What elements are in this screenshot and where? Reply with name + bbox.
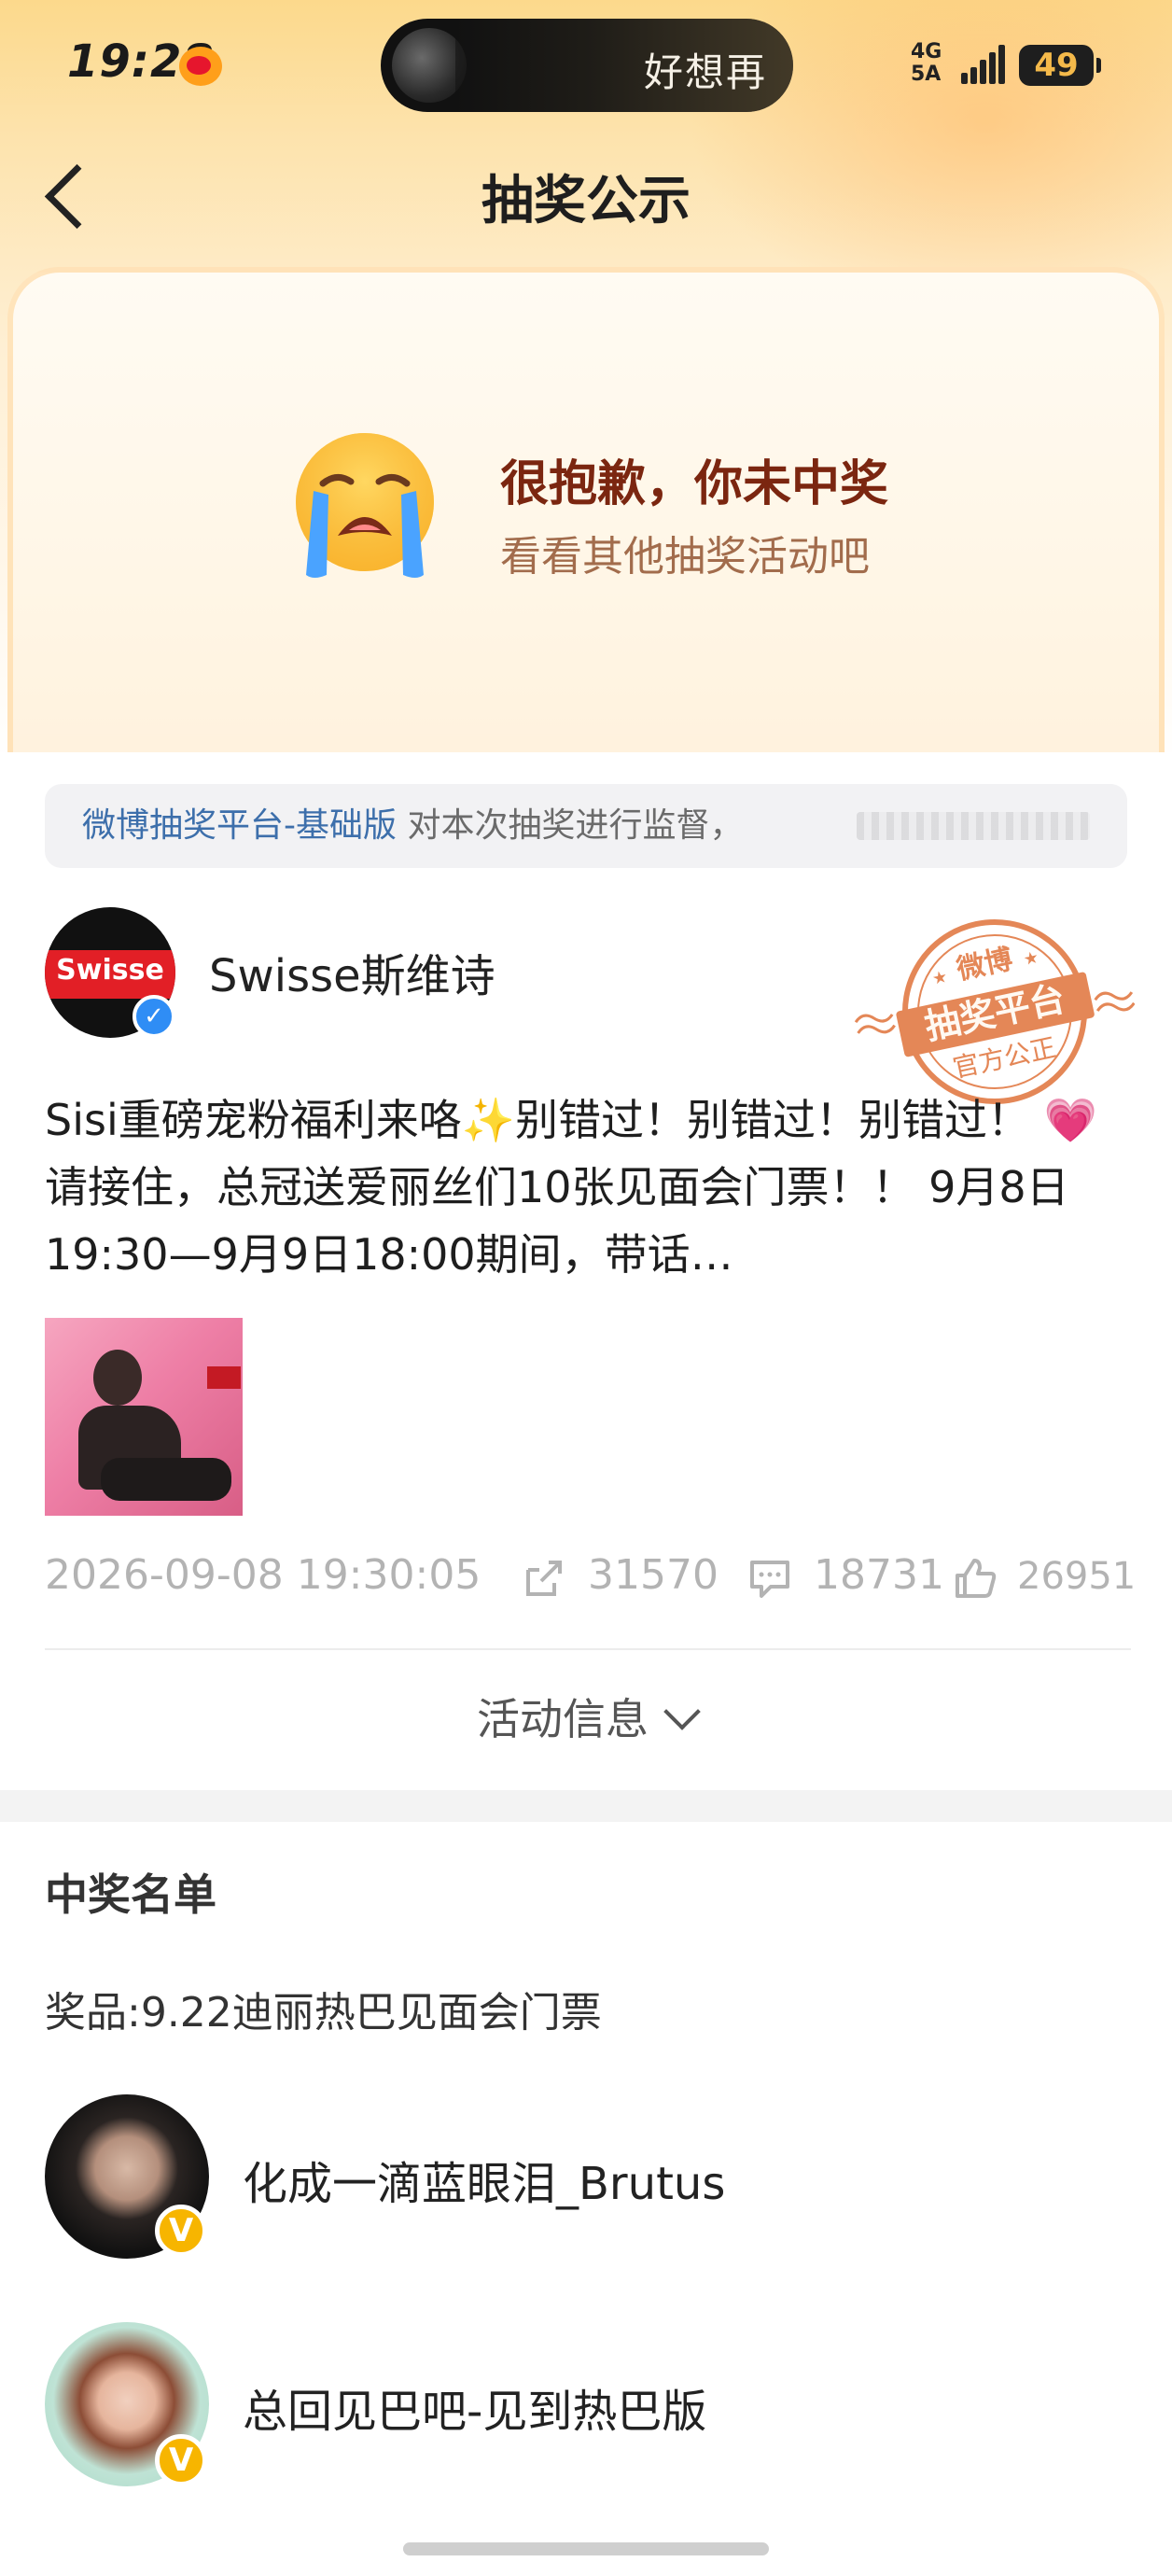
post-image-thumbnail[interactable] [45, 1318, 243, 1516]
poster-avatar-logo-text: Swisse [56, 954, 164, 987]
crying-face-icon [296, 433, 434, 578]
prize-line: 奖品:9.22迪丽热巴见面会门票 [45, 1989, 602, 2037]
lottery-result-page: 19:28 好想再 4G 5A 49 抽奖公示 很抱歉，你未中奖 看看其他抽奖活… [0, 0, 1172, 2576]
winner-name[interactable]: 化成一滴蓝眼泪_Brutus [243, 2147, 725, 2212]
home-indicator[interactable] [403, 2542, 769, 2555]
activity-info-label: 活动信息 [477, 1694, 649, 1744]
supervise-platform-link[interactable]: 微博抽奖平台-基础版 [82, 806, 397, 845]
verified-gold-icon: V [155, 2205, 207, 2257]
page-title: 抽奖公示 [481, 171, 691, 231]
network-label-1: 4G [911, 40, 942, 63]
winner-name[interactable]: 总回见巴吧-见到热巴版 [243, 2374, 706, 2440]
supervise-text: 对本次抽奖进行监督， [397, 806, 744, 845]
stamp-top-text: 微博 [953, 943, 1015, 987]
svg-text:★: ★ [930, 967, 949, 989]
post-time: 2026-09-08 19:30:05 [45, 1551, 481, 1599]
svg-text:★: ★ [1022, 947, 1040, 970]
result-subtitle[interactable]: 看看其他抽奖活动吧 [500, 523, 870, 582]
poster-name[interactable]: Swisse斯维诗 [209, 939, 495, 1004]
comment-icon[interactable] [746, 1557, 793, 1600]
activity-info-toggle[interactable]: 活动信息 [0, 1686, 1172, 1747]
comment-count: 18731 [814, 1551, 944, 1599]
supervise-notice[interactable]: 微博抽奖平台-基础版 对本次抽奖进行监督， [45, 784, 1127, 868]
verified-gold-icon: V [155, 2434, 207, 2486]
result-title: 很抱歉，你未中奖 [500, 456, 889, 512]
island-text: 好想再 [643, 49, 767, 95]
chevron-down-icon [663, 1693, 701, 1730]
status-bar: 19:28 好想再 4G 5A 49 [0, 0, 1172, 131]
post-text[interactable]: Sisi重磅宠粉福利来咯✨别错过！别错过！别错过！ 💗请接住，总冠送爱丽丝们10… [45, 1086, 1131, 1288]
divider [45, 1648, 1131, 1650]
official-lottery-stamp: 抽奖平台 微博 官方公正 ★ ★ [855, 919, 1135, 1104]
winners-title: 中奖名单 [45, 1869, 216, 1920]
like-icon[interactable] [952, 1557, 998, 1600]
section-separator [0, 1790, 1172, 1822]
repost-icon[interactable] [521, 1557, 567, 1600]
repost-count: 31570 [588, 1551, 719, 1599]
post-meta-row: 2026-09-08 19:30:05 31570 18731 26951 [45, 1544, 1136, 1609]
network-type-label: 4G 5A [911, 41, 942, 86]
battery-icon: 49 [1019, 45, 1101, 86]
weibo-notification-icon [179, 47, 222, 86]
supervise-scrolling-text [857, 812, 1090, 840]
signal-icon [961, 43, 1005, 84]
verified-blue-icon: ✓ [133, 995, 175, 1038]
dynamic-island[interactable]: 好想再 [381, 19, 793, 112]
network-label-2: 5A [911, 63, 942, 86]
like-count: 26951 [1017, 1555, 1137, 1598]
